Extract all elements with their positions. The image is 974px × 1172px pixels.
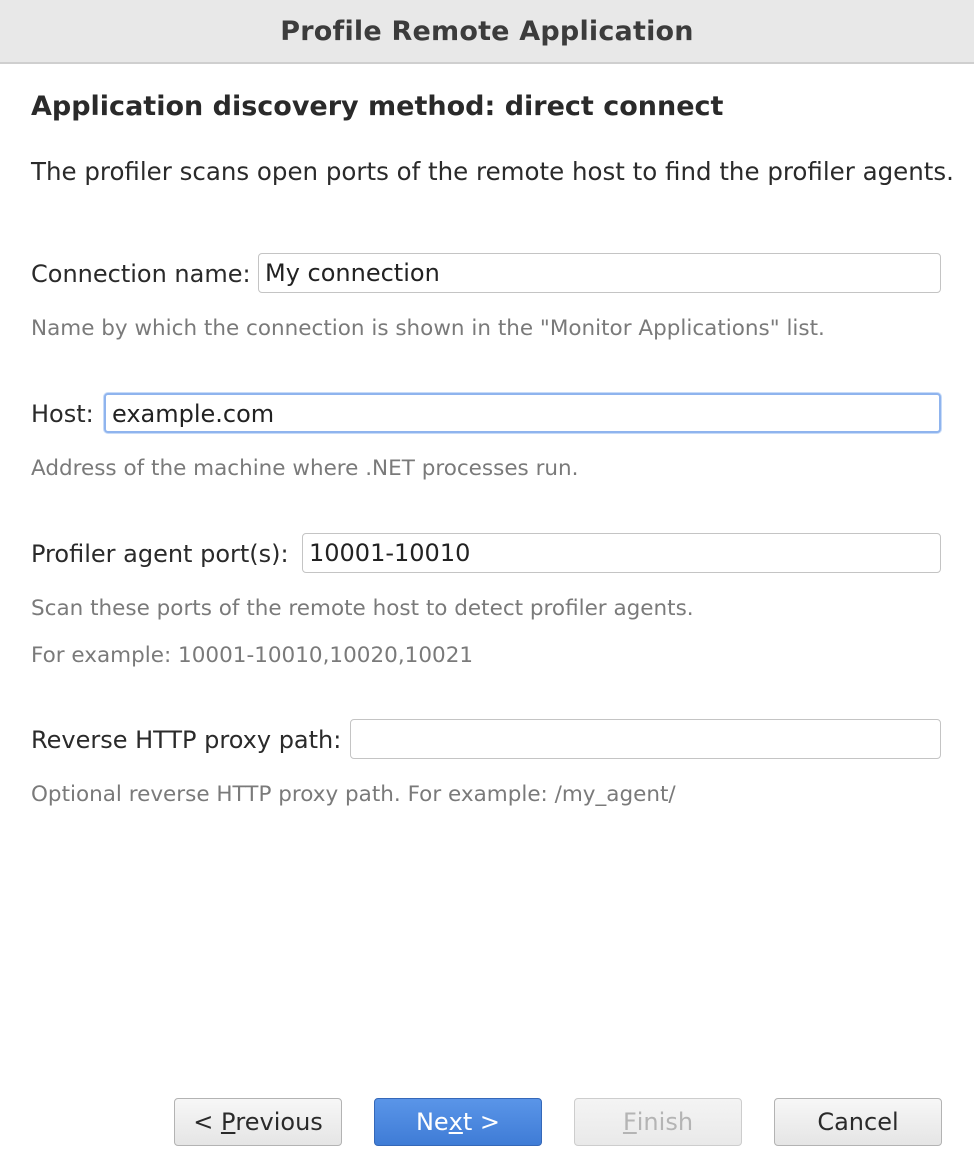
host-input[interactable]: example.com bbox=[104, 393, 941, 433]
agent-ports-example: For example: 10001-10010,10020,10021 bbox=[31, 643, 474, 668]
proxy-path-input[interactable] bbox=[350, 719, 941, 759]
page-description: The profiler scans open ports of the rem… bbox=[31, 157, 954, 186]
cancel-button[interactable]: Cancel bbox=[774, 1098, 942, 1146]
title-bar: Profile Remote Application bbox=[0, 0, 974, 64]
page-heading: Application discovery method: direct con… bbox=[31, 91, 724, 122]
agent-ports-hint: Scan these ports of the remote host to d… bbox=[31, 596, 694, 621]
next-prefix: Ne bbox=[415, 1108, 449, 1136]
host-hint: Address of the machine where .NET proces… bbox=[31, 456, 579, 481]
proxy-path-hint: Optional reverse HTTP proxy path. For ex… bbox=[31, 782, 676, 807]
previous-rest: revious bbox=[235, 1108, 323, 1136]
connection-name-label: Connection name: bbox=[31, 260, 251, 288]
connection-name-input[interactable]: My connection bbox=[258, 253, 941, 293]
host-label: Host: bbox=[31, 400, 94, 428]
previous-button[interactable]: < Previous bbox=[174, 1098, 342, 1146]
next-rest: t > bbox=[462, 1108, 501, 1136]
agent-ports-label: Profiler agent port(s): bbox=[31, 540, 289, 568]
finish-rest: inish bbox=[636, 1108, 694, 1136]
finish-button[interactable]: Finish bbox=[574, 1098, 742, 1146]
agent-ports-input[interactable]: 10001-10010 bbox=[302, 533, 941, 573]
proxy-path-label: Reverse HTTP proxy path: bbox=[31, 726, 342, 754]
previous-mnemonic: P bbox=[220, 1108, 236, 1136]
connection-name-hint: Name by which the connection is shown in… bbox=[31, 316, 825, 341]
finish-mnemonic: F bbox=[622, 1108, 637, 1136]
window-title: Profile Remote Application bbox=[280, 15, 694, 47]
next-button[interactable]: Ne x t > bbox=[374, 1098, 542, 1146]
previous-prefix: < bbox=[193, 1108, 221, 1136]
next-mnemonic: x bbox=[448, 1108, 463, 1136]
